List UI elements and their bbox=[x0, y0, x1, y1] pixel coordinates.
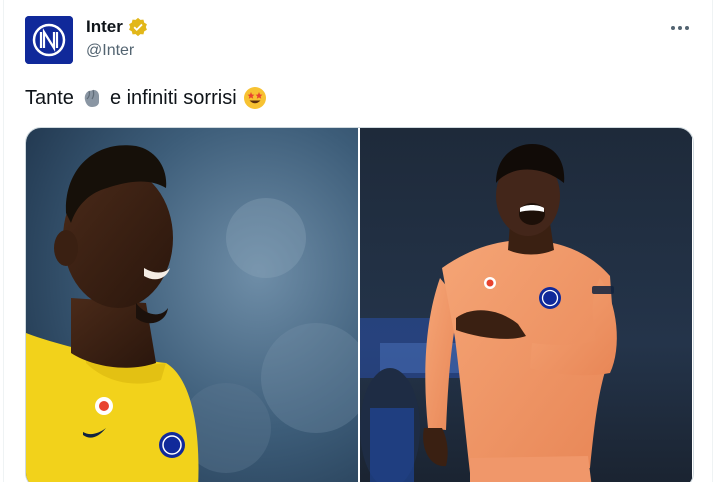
author-display-name[interactable]: Inter bbox=[86, 17, 123, 37]
tweet-card: Inter @Inter Tante e infiniti sorrisi bbox=[0, 0, 723, 482]
more-options-icon[interactable] bbox=[669, 20, 691, 36]
timeline-right-border bbox=[712, 0, 713, 482]
inter-logo-icon bbox=[25, 16, 73, 64]
media-grid bbox=[25, 127, 694, 482]
goalkeeper-orange-kit-photo bbox=[360, 128, 692, 482]
goalkeeper-yellow-kit-photo bbox=[26, 128, 358, 482]
star-struck-emoji-icon bbox=[243, 87, 266, 109]
author-name-row: Inter bbox=[86, 17, 148, 37]
timeline-left-border bbox=[3, 0, 4, 482]
tweet-text: Tante e infiniti sorrisi bbox=[25, 84, 267, 112]
avatar[interactable] bbox=[25, 16, 73, 64]
tweet-text-part-1: Tante bbox=[25, 87, 74, 109]
verified-badge-icon[interactable] bbox=[128, 17, 148, 37]
tweet-text-part-2: e infiniti sorrisi bbox=[109, 87, 237, 109]
photo-goalkeeper-yellow[interactable] bbox=[26, 128, 358, 482]
photo-goalkeeper-orange[interactable] bbox=[360, 128, 692, 482]
author-handle[interactable]: @Inter bbox=[86, 42, 134, 60]
gloves-emoji-icon bbox=[84, 89, 99, 107]
